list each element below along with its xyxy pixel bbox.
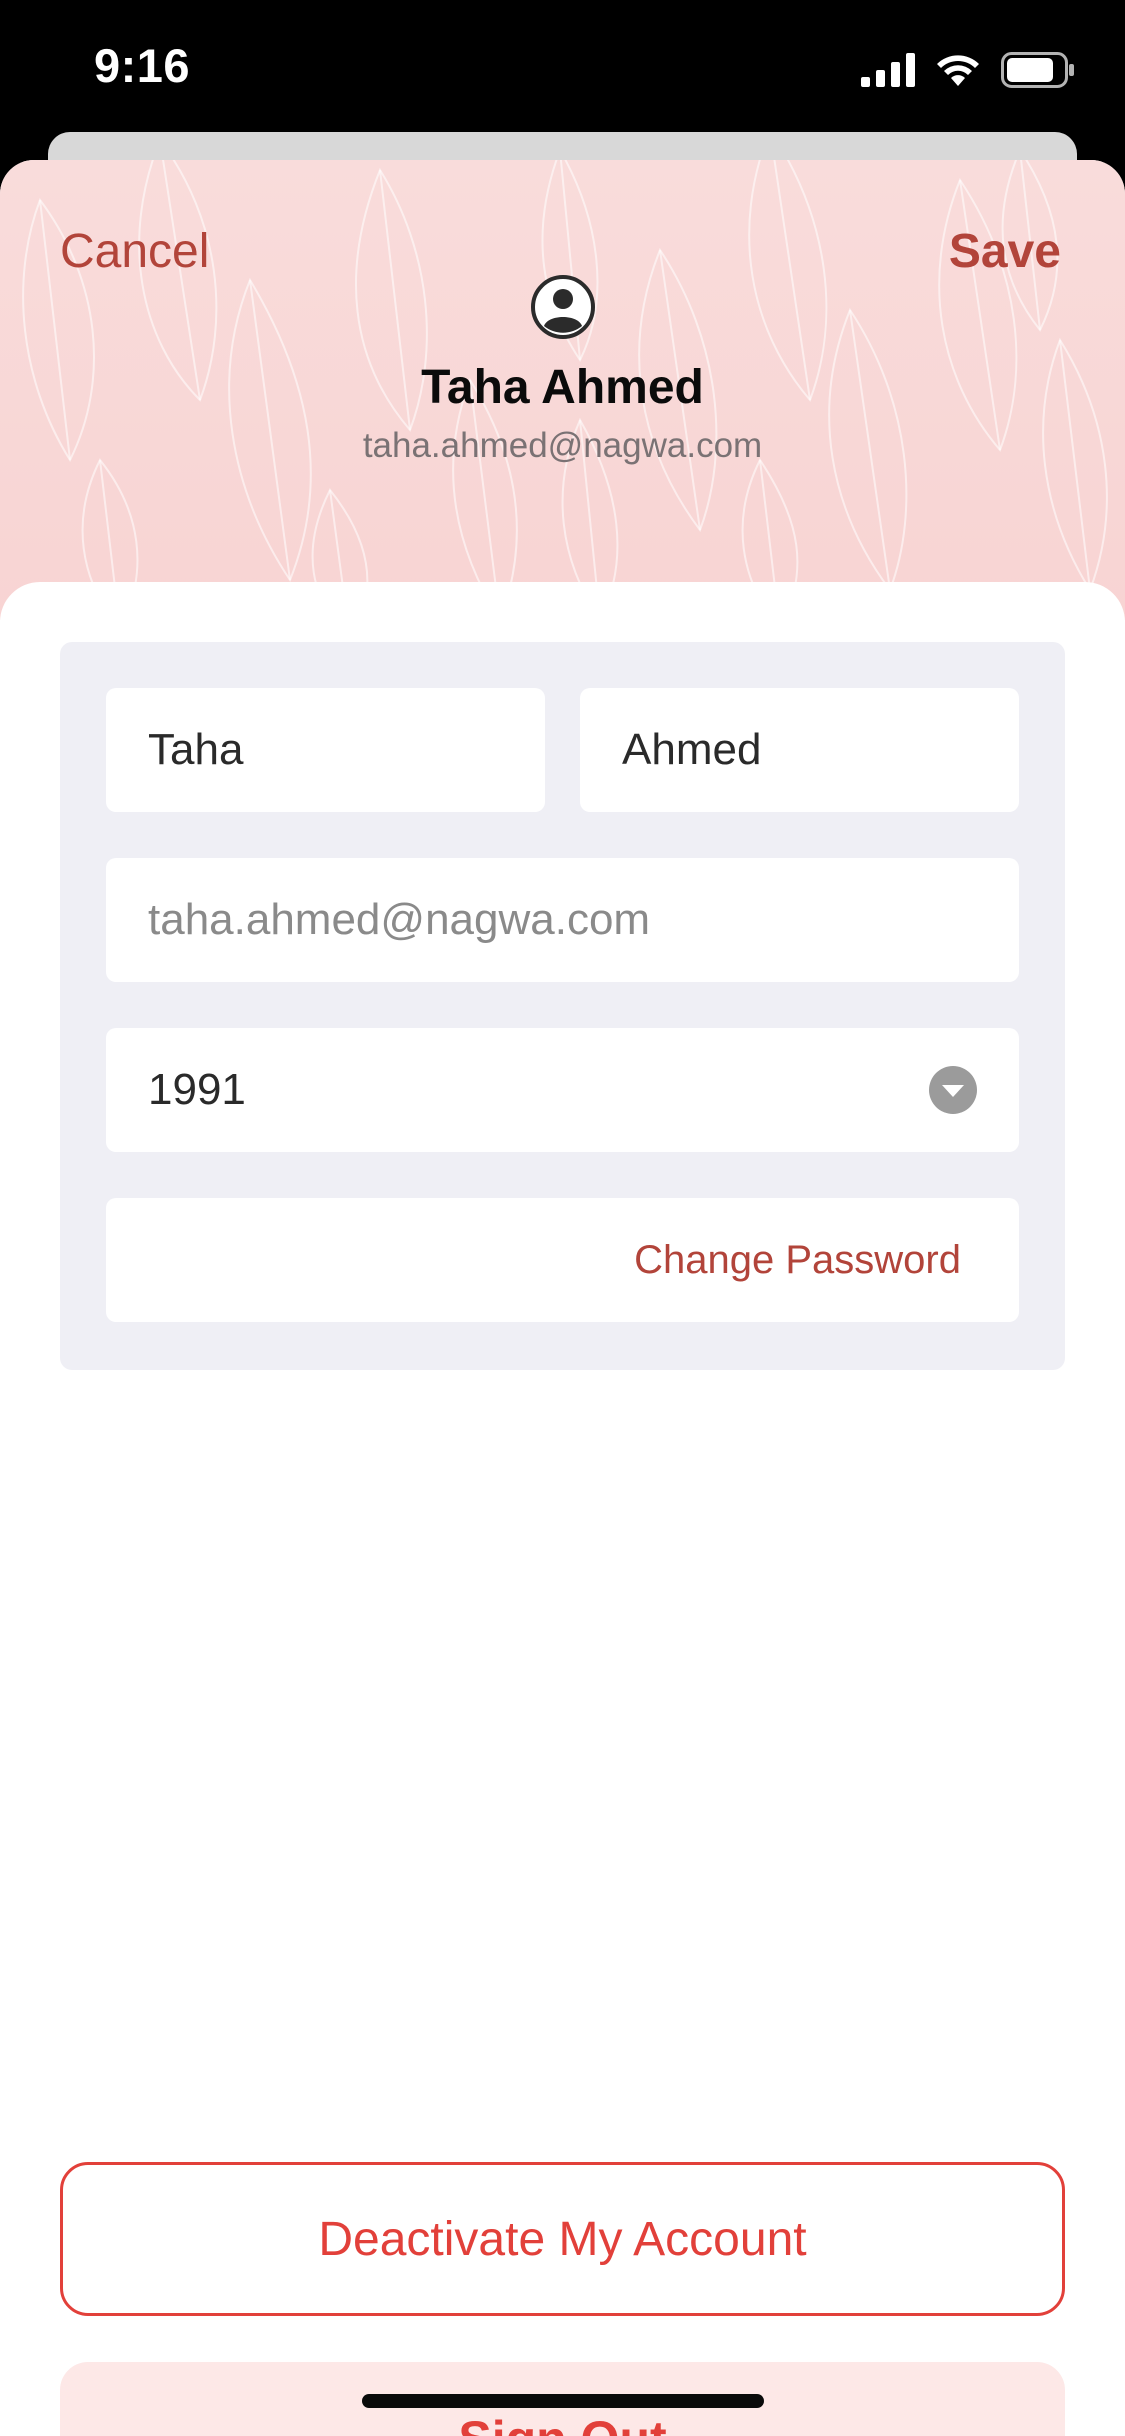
last-name-field[interactable]: Ahmed: [580, 688, 1019, 812]
status-icons: [861, 52, 1075, 88]
change-password-label: Change Password: [634, 1237, 961, 1282]
change-password-button[interactable]: Change Password: [106, 1198, 1019, 1322]
person-circle-icon: [531, 275, 595, 339]
cancel-button[interactable]: Cancel: [60, 224, 209, 279]
status-bar: 9:16: [0, 0, 1125, 132]
birth-year-value: 1991: [148, 1065, 246, 1114]
email-field[interactable]: taha.ahmed@nagwa.com: [106, 858, 1019, 982]
profile-name: Taha Ahmed: [421, 361, 704, 414]
profile-header: Cancel Save Taha Ahmed taha.ahmed@nagwa.…: [0, 160, 1125, 620]
first-name-field[interactable]: Taha: [106, 688, 545, 812]
status-time: 9:16: [94, 39, 191, 92]
battery-icon: [1001, 52, 1074, 88]
home-indicator: [362, 2394, 764, 2408]
save-button[interactable]: Save: [949, 224, 1061, 279]
profile-form: Taha Ahmed taha.ahmed@nagwa.com 1991 Cha…: [60, 642, 1065, 1370]
deactivate-account-button[interactable]: Deactivate My Account: [60, 2162, 1065, 2316]
cellular-signal-icon: [861, 53, 915, 87]
profile-content: Taha Ahmed taha.ahmed@nagwa.com 1991 Cha…: [0, 582, 1125, 2436]
edit-profile-sheet: Cancel Save Taha Ahmed taha.ahmed@nagwa.…: [0, 160, 1125, 2436]
birth-year-select[interactable]: 1991: [106, 1028, 1019, 1152]
wifi-icon: [937, 55, 979, 86]
chevron-down-circle-icon[interactable]: [929, 1066, 977, 1114]
profile-email: taha.ahmed@nagwa.com: [362, 426, 763, 465]
